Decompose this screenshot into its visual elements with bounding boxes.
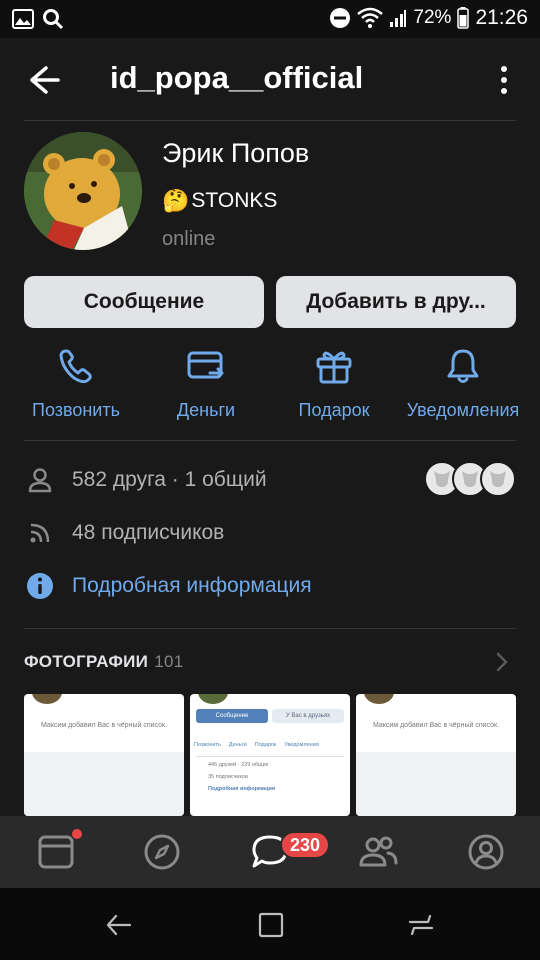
news-notification-dot — [72, 829, 82, 839]
info-icon — [24, 570, 56, 602]
search-icon — [43, 9, 64, 30]
friends-icon[interactable] — [358, 832, 398, 872]
add-friend-button[interactable]: Добавить в дру... — [276, 276, 516, 328]
actions-divider — [24, 440, 516, 441]
system-nav-bar — [0, 888, 540, 960]
thumb-action-label: Уведомления — [284, 742, 319, 748]
rss-icon — [24, 517, 56, 549]
bell-icon — [447, 349, 479, 383]
call-label: Позвонить — [32, 400, 120, 420]
more-vertical-icon[interactable] — [492, 62, 516, 98]
dog-icon — [462, 471, 478, 487]
message-button[interactable]: Сообщение — [24, 276, 264, 328]
thumb-background — [24, 752, 184, 816]
photos-count: 101 — [154, 652, 184, 671]
user-icon — [24, 464, 56, 496]
avatar — [198, 694, 228, 704]
profile-name: Эрик Попов — [162, 138, 310, 168]
thumb-action-label: Подарок — [254, 742, 277, 748]
battery-icon — [457, 7, 470, 29]
info-divider — [24, 628, 516, 629]
back-arrow-icon[interactable] — [22, 60, 62, 100]
details-link[interactable]: Подробная информация — [72, 574, 312, 598]
thumb-background — [356, 752, 516, 816]
notifications-action[interactable]: Уведомления — [400, 346, 526, 421]
status-text: STONKS — [191, 189, 278, 212]
thumb-details: Подробная информация — [208, 786, 276, 792]
thumb-text: Максим добавил Вас в чёрный список. — [372, 722, 500, 729]
do-not-disturb-icon — [330, 8, 351, 28]
status-bar: 72% 21:26 — [0, 0, 540, 38]
bottom-nav — [0, 816, 540, 888]
photo-thumbnail[interactable]: Максим добавил Вас в чёрный список. — [24, 694, 184, 816]
photos-title: ФОТОГРАФИИ — [24, 652, 149, 671]
money-label: Деньги — [176, 400, 236, 420]
news-feed-icon[interactable] — [36, 832, 76, 872]
notifications-label: Уведомления — [406, 400, 520, 420]
photo-thumbnail[interactable]: Сообщение У Вас в друзьях Позвонить День… — [190, 694, 350, 816]
dog-icon — [434, 471, 450, 487]
mutual-friends-avatars[interactable] — [424, 461, 516, 497]
avatar — [480, 461, 516, 497]
thumb-message-button: Сообщение — [196, 709, 268, 723]
friends-row[interactable]: 582 друга · 1 общий — [24, 464, 267, 496]
wifi-icon — [357, 7, 384, 28]
thumb-action-label: Деньги — [228, 742, 247, 748]
friends-count: 582 друга · 1 общий — [72, 468, 267, 491]
thumb-text: Максим добавил Вас в чёрный список. — [40, 722, 168, 729]
profile-status: 🤔 STONKS — [162, 188, 277, 214]
gift-label: Подарок — [298, 400, 370, 420]
clock: 21:26 — [475, 6, 528, 29]
thumb-action-label: Позвонить — [194, 742, 221, 748]
photo-thumbnail[interactable]: Максим добавил Вас в чёрный список. — [356, 694, 516, 816]
money-transfer-icon — [187, 351, 224, 379]
avatar — [364, 694, 394, 704]
system-back-icon[interactable] — [104, 910, 134, 940]
thinking-emoji-icon: 🤔 — [162, 188, 190, 213]
avatar[interactable] — [24, 132, 142, 250]
photos-header[interactable]: ФОТОГРАФИИ 101 — [24, 652, 183, 672]
thumb-friends-button: У Вас в друзьях — [272, 709, 344, 723]
details-row[interactable]: Подробная информация — [24, 570, 312, 602]
gallery-icon — [12, 9, 34, 29]
signal-icon — [390, 10, 407, 27]
header-divider — [24, 120, 516, 121]
thumb-divider — [196, 756, 344, 757]
gift-icon — [316, 351, 352, 384]
top-bar: id_popa__official — [0, 38, 540, 120]
system-home-icon[interactable] — [256, 910, 286, 940]
profile-icon[interactable] — [466, 832, 506, 872]
chevron-right-icon[interactable] — [492, 650, 512, 674]
thumb-actions: Позвонить Деньги Подарок Уведомления — [194, 742, 319, 748]
page-title: id_popa__official — [110, 60, 364, 95]
phone-icon — [59, 349, 92, 384]
gift-action[interactable]: Подарок — [280, 346, 388, 421]
avatar — [32, 694, 62, 704]
explore-compass-icon[interactable] — [142, 832, 182, 872]
messages-badge: 230 — [280, 831, 331, 859]
avatar-image — [24, 132, 142, 250]
system-recents-icon[interactable] — [406, 910, 436, 940]
followers-count: 48 подписчиков — [72, 521, 225, 544]
thumb-followers: 35 подписчиков — [208, 774, 248, 780]
money-action[interactable]: Деньги — [152, 346, 260, 421]
thumb-friends: 445 друзей · 229 общих — [208, 762, 269, 768]
call-action[interactable]: Позвонить — [22, 346, 130, 421]
battery-percent: 72% — [413, 7, 452, 28]
followers-row[interactable]: 48 подписчиков — [24, 517, 224, 549]
dog-icon — [490, 471, 506, 487]
online-status: online — [162, 228, 216, 250]
